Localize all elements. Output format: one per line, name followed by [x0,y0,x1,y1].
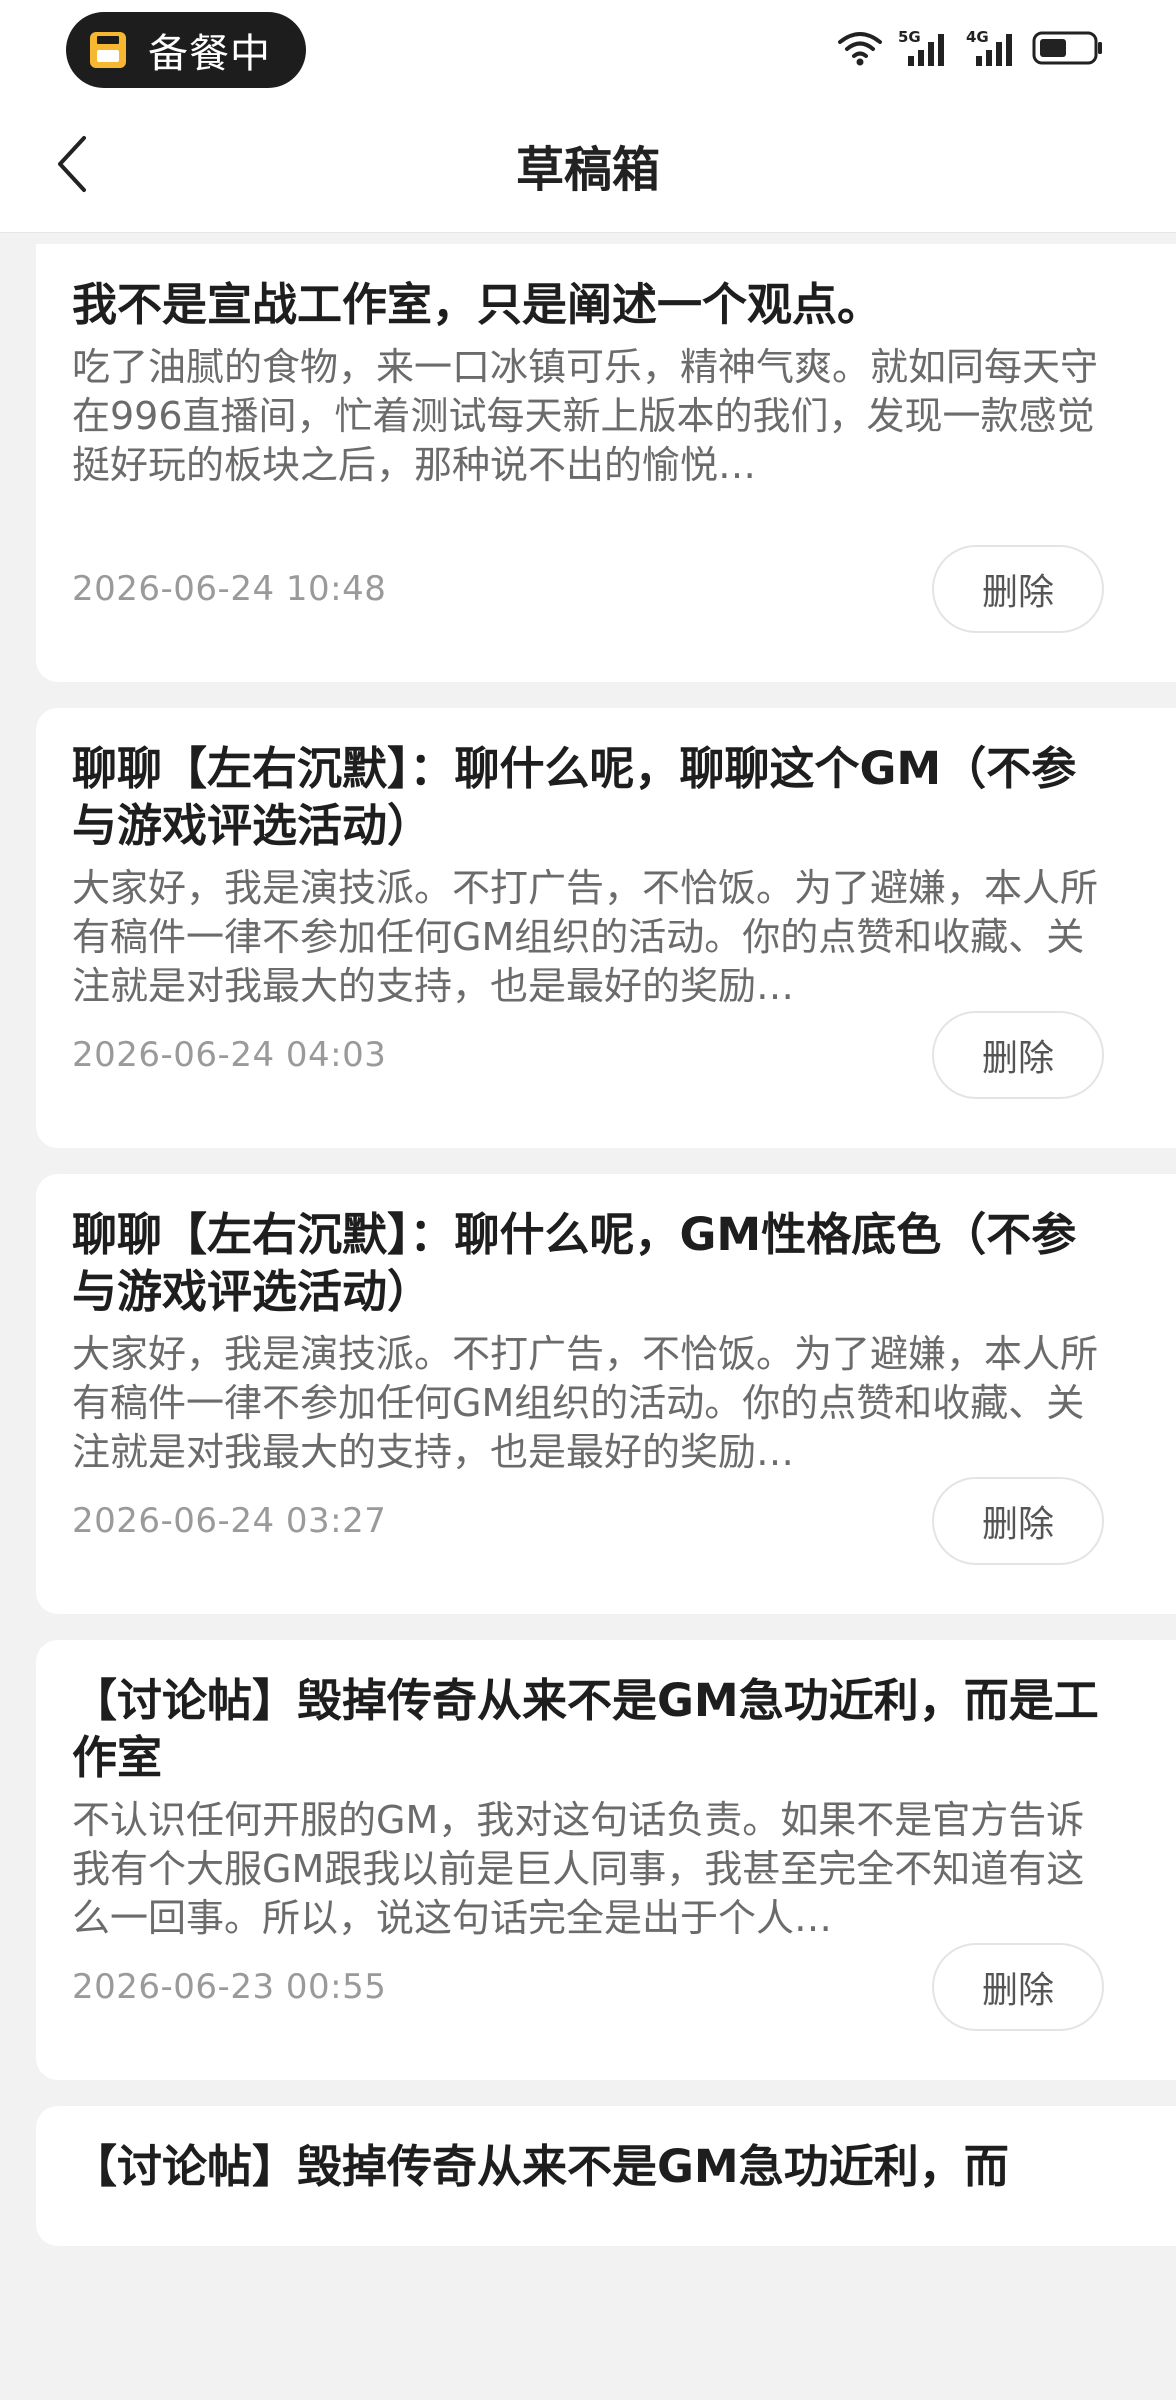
draft-footer: 2026-06-24 10:48 删除 [72,544,1104,634]
draft-card[interactable]: 【讨论帖】毁掉传奇从来不是GM急功近利，而是工作室 不认识任何开服的GM，我对这… [36,1640,1176,2080]
delete-button[interactable]: 删除 [932,1011,1104,1099]
delete-button[interactable]: 删除 [932,545,1104,633]
signal-5g-icon: 5G [898,28,944,66]
draft-excerpt: 大家好，我是演技派。不打广告，不恰饭。为了避嫌，本人所有稿件一律不参加任何GM组… [72,1332,1099,1474]
draft-excerpt: 不认识任何开服的GM，我对这句话负责。如果不是官方告诉我有个大服GM跟我以前是巨… [72,1798,1085,1940]
draft-title: 【讨论帖】毁掉传奇从来不是GM急功近利，而是工作室 [72,1674,1099,1784]
navigation-bar: 草稿箱 [0,100,1176,233]
draft-card[interactable]: 【讨论帖】毁掉传奇从来不是GM急功近利，而 [36,2106,1176,2246]
draft-title: 聊聊【左右沉默】：聊什么呢，GM性格底色（不参与游戏评选活动） [72,1208,1077,1318]
meal-prep-status-pill[interactable]: 备餐中 [66,12,306,88]
draft-timestamp: 2026-06-24 10:48 [72,569,387,609]
delete-button[interactable]: 删除 [932,1943,1104,2031]
page-title: 草稿箱 [515,142,660,198]
draft-timestamp: 2026-06-23 00:55 [72,1967,387,2007]
draft-excerpt: 大家好，我是演技派。不打广告，不恰饭。为了避嫌，本人所有稿件一律不参加任何GM组… [72,866,1099,1008]
draft-card[interactable]: 聊聊【左右沉默】：聊什么呢，GM性格底色（不参与游戏评选活动） 大家好，我是演技… [36,1174,1176,1614]
draft-title: 聊聊【左右沉默】：聊什么呢，聊聊这个GM（不参与游戏评选活动） [72,742,1077,852]
store-icon [90,32,126,68]
status-icons: 5G 4G [836,26,1104,70]
status-bar: 备餐中 5G 4G [0,0,1176,100]
draft-footer: 2026-06-24 04:03 删除 [72,1010,1104,1100]
status-pill-label: 备餐中 [148,31,271,77]
draft-timestamp: 2026-06-24 03:27 [72,1501,387,1541]
delete-button[interactable]: 删除 [932,1477,1104,1565]
draft-card[interactable]: 我不是宣战工作室，只是阐述一个观点。 吃了油腻的食物，来一口冰镇可乐，精神气爽。… [36,244,1176,682]
wifi-icon [838,32,882,66]
battery-icon [1032,31,1102,65]
draft-excerpt: 吃了油腻的食物，来一口冰镇可乐，精神气爽。就如同每天守在996直播间，忙着测试每… [72,345,1099,487]
draft-footer: 2026-06-23 00:55 删除 [72,1942,1104,2032]
draft-footer: 2026-06-24 03:27 删除 [72,1476,1104,1566]
svg-text:5G: 5G [898,28,921,46]
svg-text:4G: 4G [966,28,989,46]
draft-timestamp: 2026-06-24 04:03 [72,1035,387,1075]
draft-card[interactable]: 聊聊【左右沉默】：聊什么呢，聊聊这个GM（不参与游戏评选活动） 大家好，我是演技… [36,708,1176,1148]
draft-title: 我不是宣战工作室，只是阐述一个观点。 [72,278,883,331]
drafts-list: 我不是宣战工作室，只是阐述一个观点。 吃了油腻的食物，来一口冰镇可乐，精神气爽。… [36,244,1176,2246]
signal-4g-icon: 4G [966,28,1012,66]
draft-title: 【讨论帖】毁掉传奇从来不是GM急功近利，而 [72,2140,1009,2193]
